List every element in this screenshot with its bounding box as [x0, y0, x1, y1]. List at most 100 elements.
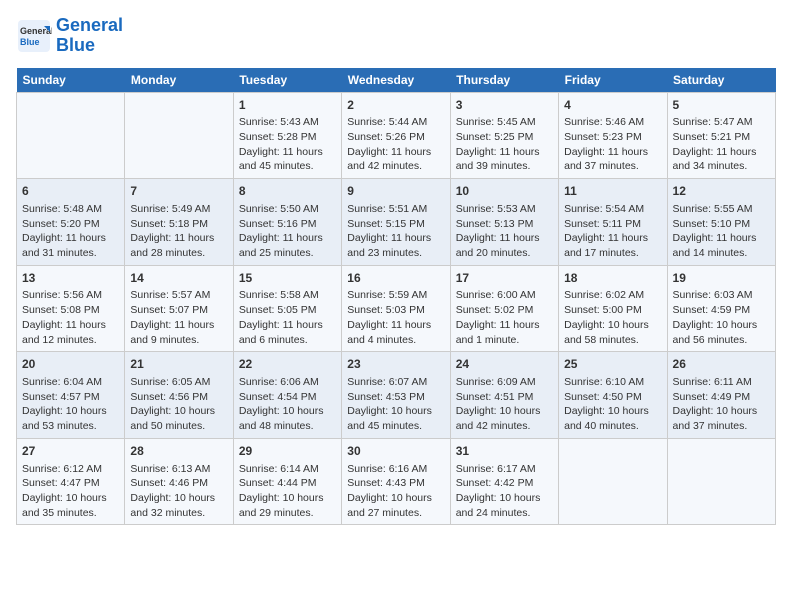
cell-content: Sunrise: 5:59 AM Sunset: 5:03 PM Dayligh… [347, 288, 444, 347]
day-number: 8 [239, 183, 336, 200]
calendar-cell: 16Sunrise: 5:59 AM Sunset: 5:03 PM Dayli… [342, 265, 450, 352]
cell-content: Sunrise: 6:16 AM Sunset: 4:43 PM Dayligh… [347, 462, 444, 521]
cell-content: Sunrise: 5:56 AM Sunset: 5:08 PM Dayligh… [22, 288, 119, 347]
day-number: 5 [673, 97, 770, 114]
calendar-cell: 12Sunrise: 5:55 AM Sunset: 5:10 PM Dayli… [667, 179, 775, 266]
cell-content: Sunrise: 5:58 AM Sunset: 5:05 PM Dayligh… [239, 288, 336, 347]
calendar-cell: 11Sunrise: 5:54 AM Sunset: 5:11 PM Dayli… [559, 179, 667, 266]
cell-content: Sunrise: 5:43 AM Sunset: 5:28 PM Dayligh… [239, 115, 336, 174]
cell-content: Sunrise: 5:49 AM Sunset: 5:18 PM Dayligh… [130, 202, 227, 261]
cell-content: Sunrise: 5:46 AM Sunset: 5:23 PM Dayligh… [564, 115, 661, 174]
day-number: 7 [130, 183, 227, 200]
day-number: 1 [239, 97, 336, 114]
cell-content: Sunrise: 5:44 AM Sunset: 5:26 PM Dayligh… [347, 115, 444, 174]
calendar-cell: 3Sunrise: 5:45 AM Sunset: 5:25 PM Daylig… [450, 92, 558, 179]
calendar-cell [125, 92, 233, 179]
cell-content: Sunrise: 6:13 AM Sunset: 4:46 PM Dayligh… [130, 462, 227, 521]
calendar-cell: 28 Sunrise: 6:13 AM Sunset: 4:46 PM Dayli… [125, 438, 233, 525]
calendar-cell: 23 Sunrise: 6:07 AM Sunset: 4:53 PM Dayli… [342, 352, 450, 439]
day-number: 13 [22, 270, 119, 287]
calendar-cell: 14Sunrise: 5:57 AM Sunset: 5:07 PM Dayli… [125, 265, 233, 352]
weekday-header-tuesday: Tuesday [233, 68, 341, 93]
calendar-cell: 9 Sunrise: 5:51 AM Sunset: 5:15 PM Daylig… [342, 179, 450, 266]
calendar-cell: 13Sunrise: 5:56 AM Sunset: 5:08 PM Dayli… [17, 265, 125, 352]
logo: General Blue GeneralBlue [16, 16, 123, 56]
day-number: 28 [130, 443, 227, 460]
calendar-cell: 2Sunrise: 5:44 AM Sunset: 5:26 PM Daylig… [342, 92, 450, 179]
calendar-week-4: 20 Sunrise: 6:04 AM Sunset: 4:57 PM Dayli… [17, 352, 776, 439]
day-number: 22 [239, 356, 336, 373]
cell-content: Sunrise: 6:09 AM Sunset: 4:51 PM Dayligh… [456, 375, 553, 434]
calendar-cell: 29Sunrise: 6:14 AM Sunset: 4:44 PM Dayli… [233, 438, 341, 525]
calendar-cell: 4Sunrise: 5:46 AM Sunset: 5:23 PM Daylig… [559, 92, 667, 179]
cell-content: Sunrise: 5:47 AM Sunset: 5:21 PM Dayligh… [673, 115, 770, 174]
calendar-cell: 26 Sunrise: 6:11 AM Sunset: 4:49 PM Dayli… [667, 352, 775, 439]
cell-content: Sunrise: 5:53 AM Sunset: 5:13 PM Dayligh… [456, 202, 553, 261]
calendar-cell: 21Sunrise: 6:05 AM Sunset: 4:56 PM Dayli… [125, 352, 233, 439]
cell-content: Sunrise: 6:10 AM Sunset: 4:50 PM Dayligh… [564, 375, 661, 434]
cell-content: Sunrise: 5:51 AM Sunset: 5:15 PM Dayligh… [347, 202, 444, 261]
day-number: 6 [22, 183, 119, 200]
weekday-header-thursday: Thursday [450, 68, 558, 93]
day-number: 29 [239, 443, 336, 460]
calendar-cell: 30 Sunrise: 6:16 AM Sunset: 4:43 PM Dayli… [342, 438, 450, 525]
calendar-cell: 24 Sunrise: 6:09 AM Sunset: 4:51 PM Dayli… [450, 352, 558, 439]
cell-content: Sunrise: 5:50 AM Sunset: 5:16 PM Dayligh… [239, 202, 336, 261]
weekday-header-friday: Friday [559, 68, 667, 93]
calendar-cell: 10Sunrise: 5:53 AM Sunset: 5:13 PM Dayli… [450, 179, 558, 266]
day-number: 21 [130, 356, 227, 373]
day-number: 27 [22, 443, 119, 460]
weekday-header-row: SundayMondayTuesdayWednesdayThursdayFrid… [17, 68, 776, 93]
day-number: 25 [564, 356, 661, 373]
calendar-cell: 15Sunrise: 5:58 AM Sunset: 5:05 PM Dayli… [233, 265, 341, 352]
day-number: 17 [456, 270, 553, 287]
weekday-header-wednesday: Wednesday [342, 68, 450, 93]
day-number: 23 [347, 356, 444, 373]
calendar-week-3: 13Sunrise: 5:56 AM Sunset: 5:08 PM Dayli… [17, 265, 776, 352]
day-number: 2 [347, 97, 444, 114]
svg-text:Blue: Blue [20, 37, 40, 47]
cell-content: Sunrise: 6:04 AM Sunset: 4:57 PM Dayligh… [22, 375, 119, 434]
calendar-cell: 1Sunrise: 5:43 AM Sunset: 5:28 PM Daylig… [233, 92, 341, 179]
day-number: 16 [347, 270, 444, 287]
day-number: 19 [673, 270, 770, 287]
logo-icon: General Blue [16, 18, 52, 54]
weekday-header-sunday: Sunday [17, 68, 125, 93]
cell-content: Sunrise: 6:02 AM Sunset: 5:00 PM Dayligh… [564, 288, 661, 347]
day-number: 14 [130, 270, 227, 287]
cell-content: Sunrise: 6:07 AM Sunset: 4:53 PM Dayligh… [347, 375, 444, 434]
weekday-header-monday: Monday [125, 68, 233, 93]
calendar-cell: 5Sunrise: 5:47 AM Sunset: 5:21 PM Daylig… [667, 92, 775, 179]
calendar-cell: 8 Sunrise: 5:50 AM Sunset: 5:16 PM Daylig… [233, 179, 341, 266]
cell-content: Sunrise: 6:06 AM Sunset: 4:54 PM Dayligh… [239, 375, 336, 434]
calendar-cell: 20 Sunrise: 6:04 AM Sunset: 4:57 PM Dayli… [17, 352, 125, 439]
logo-text: GeneralBlue [56, 16, 123, 56]
cell-content: Sunrise: 6:00 AM Sunset: 5:02 PM Dayligh… [456, 288, 553, 347]
cell-content: Sunrise: 6:03 AM Sunset: 4:59 PM Dayligh… [673, 288, 770, 347]
cell-content: Sunrise: 6:17 AM Sunset: 4:42 PM Dayligh… [456, 462, 553, 521]
calendar-cell: 17Sunrise: 6:00 AM Sunset: 5:02 PM Dayli… [450, 265, 558, 352]
cell-content: Sunrise: 6:12 AM Sunset: 4:47 PM Dayligh… [22, 462, 119, 521]
calendar-week-5: 27 Sunrise: 6:12 AM Sunset: 4:47 PM Dayli… [17, 438, 776, 525]
calendar-cell: 7 Sunrise: 5:49 AM Sunset: 5:18 PM Daylig… [125, 179, 233, 266]
calendar-cell: 18Sunrise: 6:02 AM Sunset: 5:00 PM Dayli… [559, 265, 667, 352]
day-number: 4 [564, 97, 661, 114]
day-number: 24 [456, 356, 553, 373]
day-number: 20 [22, 356, 119, 373]
calendar-table: SundayMondayTuesdayWednesdayThursdayFrid… [16, 68, 776, 526]
day-number: 18 [564, 270, 661, 287]
calendar-cell: 19Sunrise: 6:03 AM Sunset: 4:59 PM Dayli… [667, 265, 775, 352]
day-number: 15 [239, 270, 336, 287]
page-header: General Blue GeneralBlue [16, 16, 776, 56]
calendar-week-1: 1Sunrise: 5:43 AM Sunset: 5:28 PM Daylig… [17, 92, 776, 179]
calendar-cell [667, 438, 775, 525]
calendar-week-2: 6Sunrise: 5:48 AM Sunset: 5:20 PM Daylig… [17, 179, 776, 266]
day-number: 9 [347, 183, 444, 200]
day-number: 26 [673, 356, 770, 373]
calendar-cell [17, 92, 125, 179]
cell-content: Sunrise: 5:57 AM Sunset: 5:07 PM Dayligh… [130, 288, 227, 347]
day-number: 30 [347, 443, 444, 460]
calendar-cell: 25 Sunrise: 6:10 AM Sunset: 4:50 PM Dayli… [559, 352, 667, 439]
calendar-cell: 31Sunrise: 6:17 AM Sunset: 4:42 PM Dayli… [450, 438, 558, 525]
cell-content: Sunrise: 6:11 AM Sunset: 4:49 PM Dayligh… [673, 375, 770, 434]
